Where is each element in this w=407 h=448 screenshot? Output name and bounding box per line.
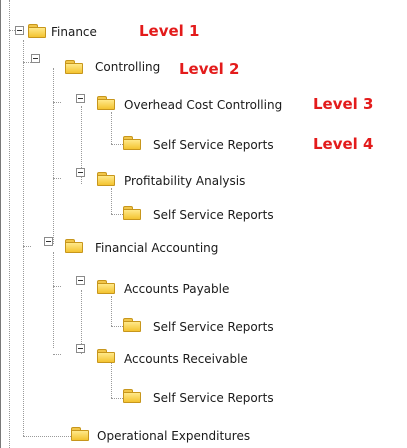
- collapse-toggle[interactable]: [15, 26, 24, 35]
- tree-node-label: Self Service Reports: [153, 208, 274, 222]
- tree-node-label: Profitability Analysis: [124, 174, 246, 188]
- folder-icon: [97, 172, 115, 186]
- tree-connector: [23, 40, 24, 436]
- tree-connector: [111, 398, 123, 399]
- tree-connector: [23, 246, 31, 247]
- tree-node-accounts-payable[interactable]: Accounts Payable: [61, 276, 261, 296]
- collapse-toggle[interactable]: [76, 94, 85, 103]
- tree-node-label: Accounts Payable: [124, 282, 230, 296]
- tree-node-financial-accounting[interactable]: Financial Accounting: [31, 236, 251, 256]
- tree-left-border: [0, 0, 1, 448]
- tree-node-self-service-reports[interactable]: Self Service Reports Level 4: [123, 135, 378, 155]
- level-tag: Level 3: [313, 95, 374, 113]
- folder-icon: [65, 239, 83, 253]
- tree-node-label: Self Service Reports: [153, 391, 274, 405]
- level-tag: Level 4: [313, 135, 374, 153]
- tree-node-self-service-reports[interactable]: Self Service Reports: [123, 205, 303, 225]
- tree-node-label: Accounts Receivable: [124, 352, 248, 366]
- tree-node-label: Finance: [51, 25, 97, 39]
- tree-connector: [111, 188, 112, 214]
- level-tag: Level 2: [179, 60, 240, 78]
- tree-connector: [111, 326, 123, 327]
- tree-connector: [111, 112, 112, 144]
- tree-node-profitability-analysis[interactable]: Profitability Analysis: [61, 168, 261, 188]
- tree-connector: [111, 214, 123, 215]
- tree-connector: [53, 68, 54, 244]
- folder-icon: [28, 24, 46, 38]
- tree-node-label: Self Service Reports: [153, 320, 274, 334]
- tree-connector: [53, 354, 61, 355]
- tree-node-finance[interactable]: Finance Level 1: [15, 22, 230, 42]
- tree-node-overhead-cost-controlling[interactable]: Overhead Cost Controlling Level 3: [61, 94, 381, 114]
- folder-icon: [123, 318, 141, 332]
- collapse-toggle[interactable]: [44, 237, 53, 246]
- tree-node-self-service-reports[interactable]: Self Service Reports: [123, 317, 303, 337]
- tree-connector: [53, 252, 54, 348]
- folder-icon: [71, 427, 89, 441]
- folder-icon: [123, 389, 141, 403]
- folder-icon: [97, 96, 115, 110]
- folder-icon: [97, 349, 115, 363]
- collapse-toggle[interactable]: [76, 276, 85, 285]
- tree-node-label: Operational Expenditures: [97, 429, 251, 443]
- folder-icon: [123, 136, 141, 150]
- tree-connector: [111, 360, 112, 398]
- tree-connector: [53, 178, 61, 179]
- tree-node-label: Overhead Cost Controlling: [124, 98, 283, 112]
- tree-connector: [53, 286, 61, 287]
- collapse-toggle[interactable]: [31, 54, 40, 63]
- tree-connector: [111, 296, 112, 326]
- folder-icon: [65, 60, 83, 74]
- tree-node-accounts-receivable[interactable]: Accounts Receivable: [61, 344, 261, 366]
- tree-connector: [23, 436, 71, 437]
- collapse-toggle[interactable]: [76, 168, 85, 177]
- tree-connector: [9, 0, 10, 448]
- folder-tree: Finance Level 1 Controlling Level 2 Over…: [0, 0, 407, 448]
- tree-node-operational-expenditures[interactable]: Operational Expenditures: [71, 426, 301, 446]
- tree-connector: [23, 62, 31, 63]
- tree-node-self-service-reports[interactable]: Self Service Reports: [123, 388, 303, 408]
- collapse-toggle[interactable]: [76, 344, 85, 353]
- tree-node-controlling[interactable]: Controlling Level 2: [31, 54, 251, 82]
- tree-node-label: Controlling: [95, 60, 161, 74]
- folder-icon: [97, 280, 115, 294]
- level-tag: Level 1: [139, 22, 200, 40]
- tree-connector: [111, 144, 123, 145]
- tree-node-label: Financial Accounting: [95, 241, 219, 255]
- tree-connector: [53, 102, 61, 103]
- tree-node-label: Self Service Reports: [153, 138, 274, 152]
- folder-icon: [123, 206, 141, 220]
